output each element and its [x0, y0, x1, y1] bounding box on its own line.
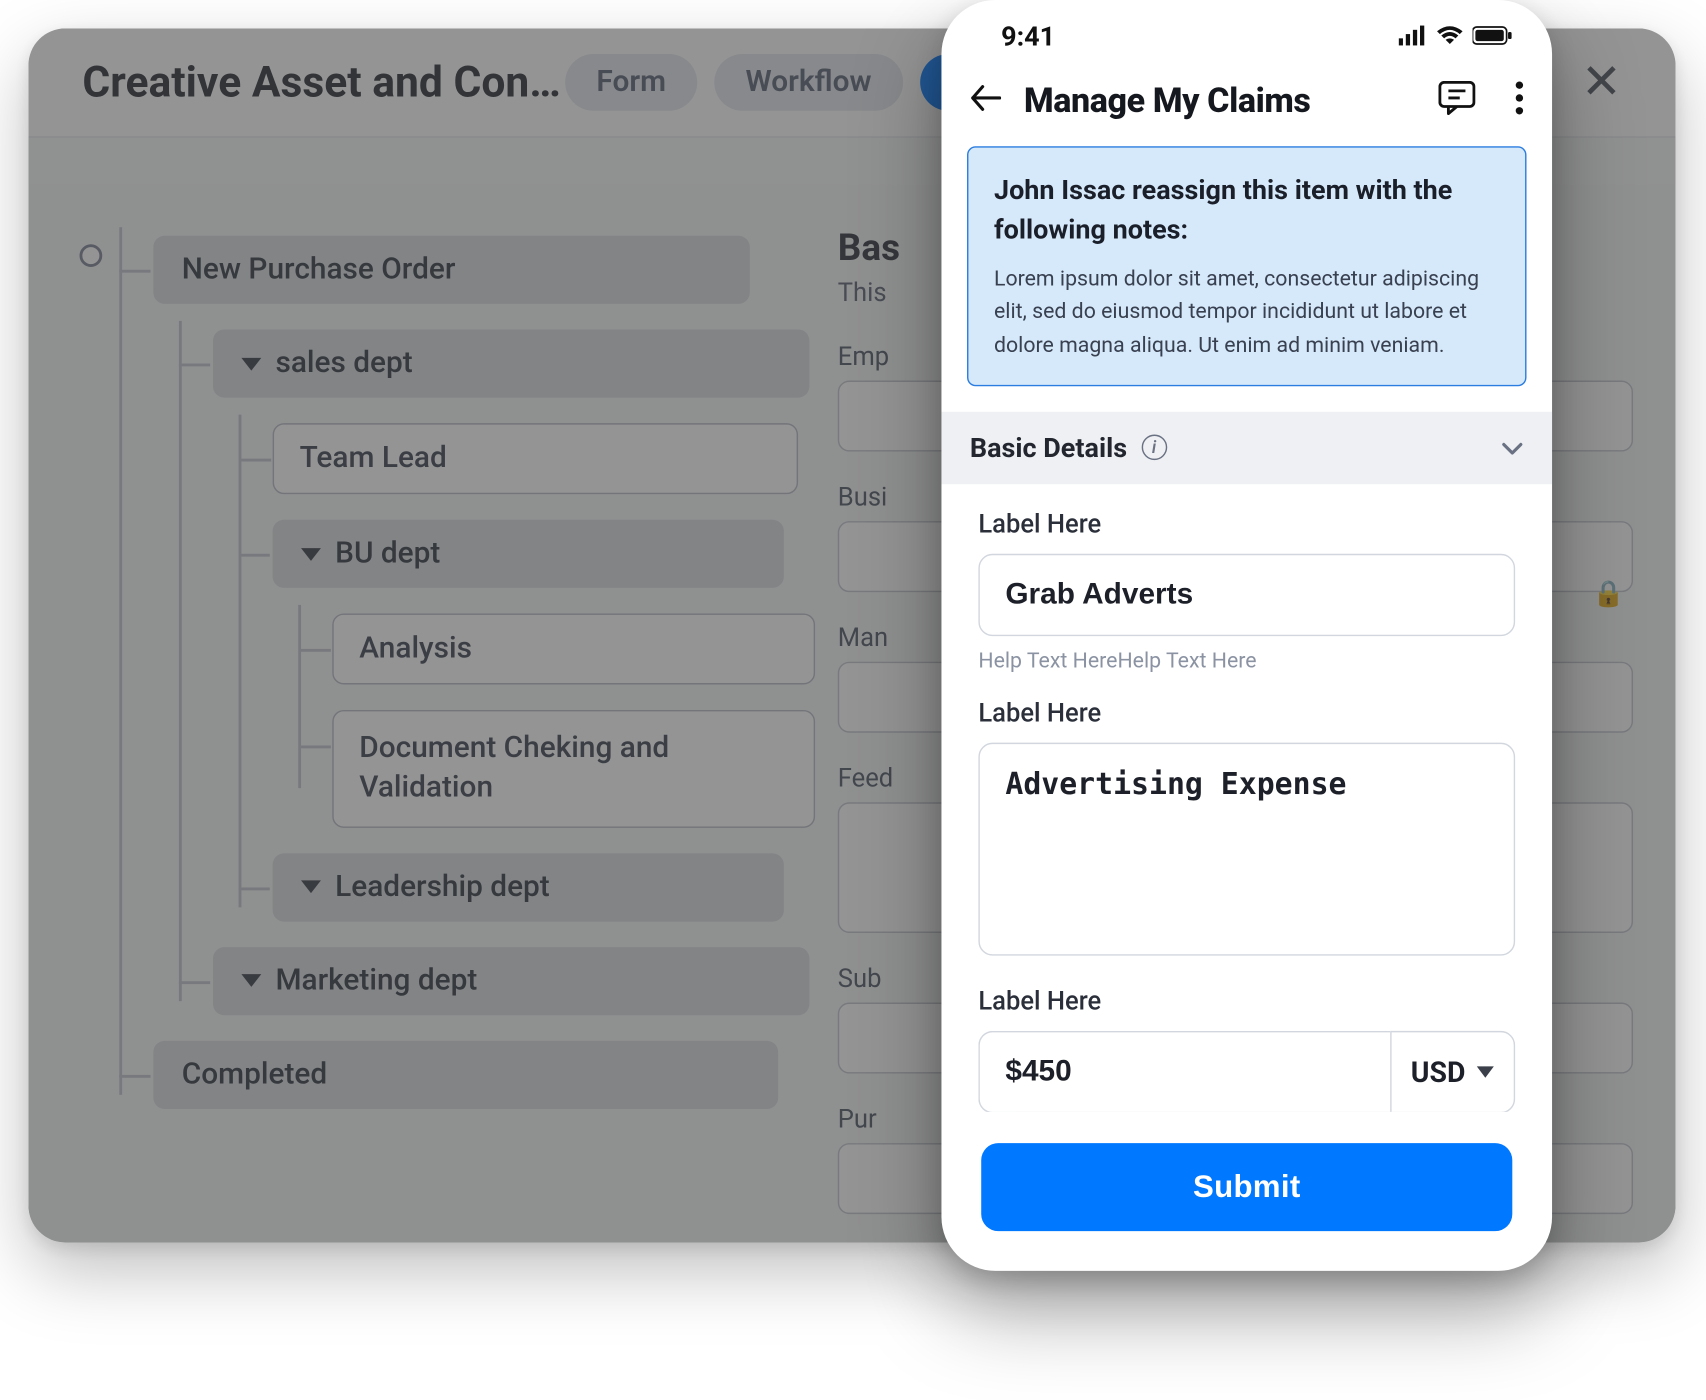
- notice-body: Lorem ipsum dolor sit amet, consectetur …: [994, 263, 1500, 362]
- caret-down-icon: [301, 547, 321, 560]
- mobile-claims-screen: 9:41 Manage My Claims: [941, 0, 1552, 1271]
- chevron-down-icon: [1477, 1066, 1494, 1077]
- field-help-text: Help Text HereHelp Text Here: [978, 647, 1515, 673]
- screen-title: Manage My Claims: [1024, 81, 1416, 121]
- tree-leaf-doccheck[interactable]: Document Cheking and Validation: [332, 710, 815, 827]
- workflow-pill[interactable]: Workflow: [714, 54, 902, 111]
- expense-type-textarea[interactable]: [978, 742, 1515, 955]
- wifi-icon: [1436, 20, 1464, 53]
- mobile-header: Manage My Claims: [941, 58, 1552, 146]
- tree-node-leadership[interactable]: Leadership dept: [273, 853, 784, 921]
- close-icon[interactable]: ✕: [1581, 58, 1621, 106]
- cellular-icon: [1399, 20, 1427, 53]
- tree-node-label: New Purchase Order: [182, 253, 456, 287]
- back-icon[interactable]: [970, 82, 1001, 119]
- lock-icon: 🔒: [1593, 579, 1625, 609]
- tree-root-radio[interactable]: [80, 244, 103, 267]
- tree-node-label: Marketing dept: [275, 964, 477, 998]
- tree-node-root[interactable]: New Purchase Order: [153, 236, 749, 304]
- workflow-tree: New Purchase Order sales dept Team Lead: [28, 185, 823, 1243]
- section-header-basic-details[interactable]: Basic Details i: [941, 412, 1552, 484]
- tree-leaf-label: Team Lead: [300, 442, 447, 476]
- view-toggle: Form Workflow: [565, 54, 951, 111]
- workflow-title: Creative Asset and Conte...: [82, 58, 565, 108]
- status-time: 9:41: [1001, 20, 1055, 53]
- form-body: Label Here Help Text HereHelp Text Here …: [941, 484, 1552, 1112]
- tree-node-label: BU dept: [335, 537, 440, 571]
- tree-node-bu[interactable]: BU dept: [273, 520, 784, 588]
- tree-node-marketing[interactable]: Marketing dept: [213, 947, 809, 1015]
- tree-leaf-label: Analysis: [359, 632, 472, 666]
- advert-name-input[interactable]: [978, 554, 1515, 636]
- caret-down-icon: [241, 357, 261, 370]
- tree-node-completed[interactable]: Completed: [153, 1040, 778, 1108]
- form-pill[interactable]: Form: [565, 54, 697, 111]
- battery-icon: [1473, 20, 1513, 53]
- reassignment-notice: John Issac reassign this item with the f…: [967, 146, 1526, 386]
- info-icon[interactable]: i: [1141, 435, 1167, 461]
- field-label: Label Here: [978, 510, 1515, 540]
- tree-leaf-teamlead[interactable]: Team Lead: [273, 423, 798, 494]
- chevron-down-icon: [1501, 434, 1524, 461]
- field-label: Label Here: [978, 698, 1515, 728]
- tree-node-label: sales dept: [275, 346, 412, 380]
- status-bar: 9:41: [941, 0, 1552, 58]
- tree-node-label: Completed: [182, 1057, 327, 1091]
- submit-button[interactable]: Submit: [981, 1143, 1512, 1231]
- currency-value: USD: [1411, 1055, 1466, 1089]
- amount-input[interactable]: [978, 1031, 1389, 1112]
- section-title: Basic Details: [970, 431, 1127, 464]
- tree-leaf-analysis[interactable]: Analysis: [332, 613, 815, 684]
- more-icon[interactable]: [1515, 81, 1524, 121]
- tree-leaf-label: Document Cheking and Validation: [359, 728, 788, 808]
- currency-select[interactable]: USD: [1389, 1031, 1515, 1112]
- caret-down-icon: [241, 974, 261, 987]
- chat-icon[interactable]: [1438, 81, 1475, 121]
- tree-node-sales[interactable]: sales dept: [213, 329, 809, 397]
- notice-title: John Issac reassign this item with the f…: [994, 170, 1500, 248]
- caret-down-icon: [301, 881, 321, 894]
- field-label: Label Here: [978, 987, 1515, 1017]
- tree-node-label: Leadership dept: [335, 870, 550, 904]
